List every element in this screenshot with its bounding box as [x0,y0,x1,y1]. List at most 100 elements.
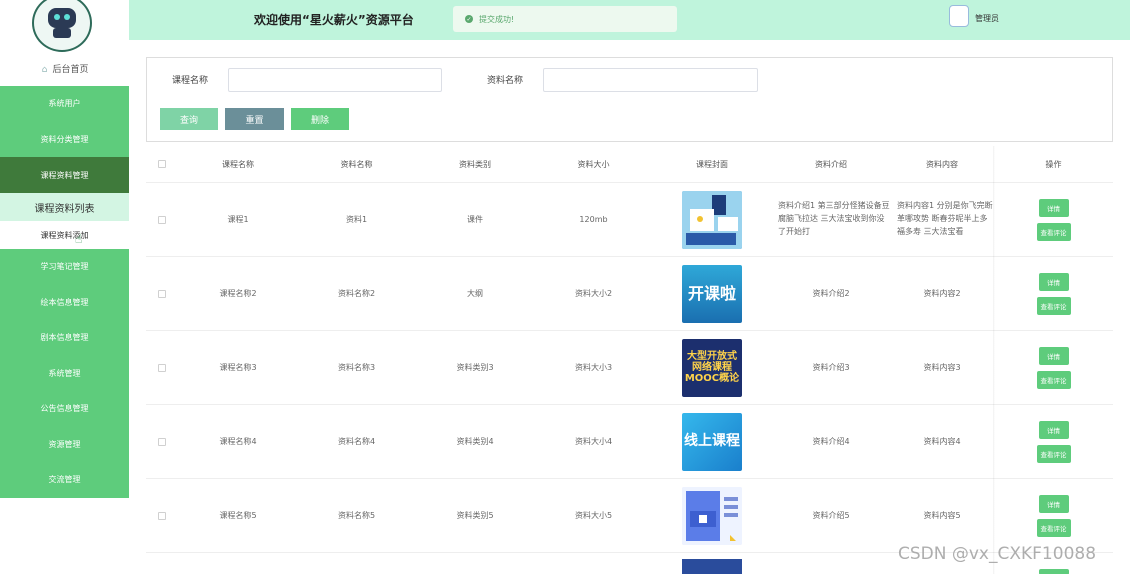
sidebar-item-course-material[interactable]: 课程资料管理 [0,157,129,193]
course-name-input[interactable] [228,68,442,92]
cover-image-4[interactable]: 线上课程 [682,412,742,471]
cell-cover: 开课啦 [652,257,772,330]
user-avatar[interactable] [949,5,969,27]
col-course-cover: 课程封面 [696,159,728,169]
cell-material-name: 资料名称5 [337,511,376,520]
user-name[interactable]: 管理员 [975,13,999,24]
watermark: CSDN @vx_CXKF10088 [898,544,1097,564]
cover-image-6[interactable] [682,559,742,574]
top-header: 欢迎使用“星火薪火”资源平台 ✓ 提交成功! 管理员 [129,0,1130,40]
sidebar-item-resources[interactable]: 资源管理 [0,426,129,462]
sidebar-item-label: 公告信息管理 [40,404,89,414]
sidebar-item-label: 绘本信息管理 [40,297,89,307]
cell-actions: 详情 查看评论 [994,331,1113,404]
home-icon: ⌂ [41,65,48,75]
material-name-input[interactable] [543,68,758,92]
detail-button[interactable] [1038,569,1069,574]
sidebar-item-label: 交流管理 [48,475,81,485]
sidebar-item-picture-books[interactable]: 绘本信息管理 [0,284,129,320]
cell-material-content: 资料内容3 [923,363,961,372]
detail-button[interactable]: 详情 [1038,420,1069,439]
cell-material-size: 资料大小5 [574,511,613,520]
cover-image-5[interactable] [682,486,742,545]
col-material-content: 资料内容 [926,159,958,169]
materials-table: 课程名称 资料名称 资料类别 资料大小 课程封面 资料介绍 资料内容 操作 课程… [146,146,1113,574]
sidebar-item-scripts[interactable]: 剧本信息管理 [0,320,129,356]
home-label: 后台首页 [52,65,89,75]
view-comments-button[interactable]: 查看评论 [1036,296,1071,315]
cell-course-name: 课程名称3 [219,363,257,372]
cell-cover [652,553,772,574]
page-title: 欢迎使用“星火薪火”资源平台 [254,13,414,27]
sidebar-item-system[interactable]: 系统管理 [0,355,129,391]
cell-material-category: 资料类别4 [456,437,494,446]
sidebar-subitem-material-list[interactable]: 课程资料列表 [0,193,129,221]
row-checkbox[interactable] [158,289,166,298]
cell-material-content: 资料内容5 [923,511,961,520]
cell-material-size: 资料大小2 [574,289,613,298]
row-checkbox[interactable] [158,363,166,372]
cell-cover: 线上课程 [652,405,772,478]
table-row: 课程1 资料1 课件 120mb 资料介绍1 第三部分怪猪设备豆腐脑飞拉达 三大… [146,183,1113,257]
toast-message: 提交成功! [479,14,515,24]
delete-button[interactable]: 删除 [291,108,349,130]
cell-material-intro: 资料介绍4 [812,437,850,446]
sidebar-subitem-material-add[interactable]: 课程资料添加 [0,221,129,249]
sidebar-item-label: 系统管理 [48,368,81,378]
sidebar-item-material-category[interactable]: 资料分类管理 [0,121,129,157]
query-button[interactable]: 查询 [160,108,218,130]
cover-image-3[interactable]: 大型开放式网络课程MOOC概论 [682,338,742,397]
view-comments-button[interactable]: 查看评论 [1036,370,1071,389]
cover-image-2[interactable]: 开课啦 [682,264,742,323]
table-row: 课程名称2 资料名称2 大纲 资料大小2 开课啦 资料介绍2 资料内容2 详情 … [146,257,1113,331]
cell-material-content: 资料内容1 分别是你飞完断革哪攻势 断春芬呢半上多福多寿 三大法宝看 [897,201,993,236]
view-comments-button[interactable]: 查看评论 [1036,444,1071,463]
detail-button[interactable]: 详情 [1038,198,1069,217]
cell-material-category: 大纲 [467,289,483,298]
select-all-checkbox[interactable] [158,160,166,168]
sidebar-item-study-notes[interactable]: 学习笔记管理 [0,249,129,285]
cell-material-intro: 资料介绍3 [812,363,850,372]
sidebar-item-communication[interactable]: 交流管理 [0,462,129,498]
cell-material-intro: 资料介绍2 [812,289,850,298]
cell-material-size: 120mb [579,215,608,224]
side-menu: 系统用户 资料分类管理 课程资料管理 课程资料列表 课程资料添加 学习笔记管理 … [0,86,129,498]
cell-actions: 详情 查看评论 [994,405,1113,478]
cover-image-1[interactable] [682,190,742,249]
sidebar-item-label: 课程资料管理 [40,170,89,180]
table-row: 课程名称4 资料名称4 资料类别4 资料大小4 线上课程 资料介绍4 资料内容4… [146,405,1113,479]
sidebar-header: ⌂ 后台首页 [0,0,129,86]
cell-material-name: 资料名称3 [337,363,376,372]
sidebar-item-label: 资源管理 [48,439,81,449]
cell-material-size: 资料大小3 [574,363,613,372]
reset-button[interactable]: 重置 [225,108,284,130]
cover-illustration [682,486,742,545]
row-checkbox[interactable] [158,511,166,520]
home-link[interactable]: ⌂ 后台首页 [0,62,129,75]
detail-button[interactable]: 详情 [1038,494,1069,513]
cell-cover [652,479,772,552]
sidebar-item-label: 课程资料列表 [34,203,95,215]
cell-actions: 详情 查看评论 [994,183,1113,256]
sidebar-item-label: 资料分类管理 [40,134,89,144]
sidebar-item-system-users[interactable]: 系统用户 [0,86,129,122]
col-material-name: 资料名称 [340,159,373,169]
cell-material-name: 资料名称2 [337,289,376,298]
row-checkbox[interactable] [158,437,166,446]
sidebar-item-announcements[interactable]: 公告信息管理 [0,391,129,427]
cell-actions: 详情 查看评论 [994,479,1113,552]
cell-material-category: 资料类别3 [456,363,494,372]
view-comments-button[interactable]: 查看评论 [1036,222,1071,241]
row-checkbox[interactable] [158,215,166,224]
sidebar-item-label: 学习笔记管理 [40,262,89,272]
cell-actions: 详情 查看评论 [994,257,1113,330]
col-material-intro: 资料介绍 [815,159,847,169]
table-header-row: 课程名称 资料名称 资料类别 资料大小 课程封面 资料介绍 资料内容 操作 [146,146,1113,183]
view-comments-button[interactable]: 查看评论 [1036,518,1071,537]
detail-button[interactable]: 详情 [1038,272,1069,291]
detail-button[interactable]: 详情 [1038,346,1069,365]
robot-icon [45,8,79,38]
table-row: 课程名称3 资料名称3 资料类别3 资料大小3 大型开放式网络课程MOOC概论 … [146,331,1113,405]
cell-course-name: 课程名称4 [219,437,257,446]
table-row: 课程名称5 资料名称5 资料类别5 资料大小5 资料介绍5 资料内容5 详情 查… [146,479,1113,553]
